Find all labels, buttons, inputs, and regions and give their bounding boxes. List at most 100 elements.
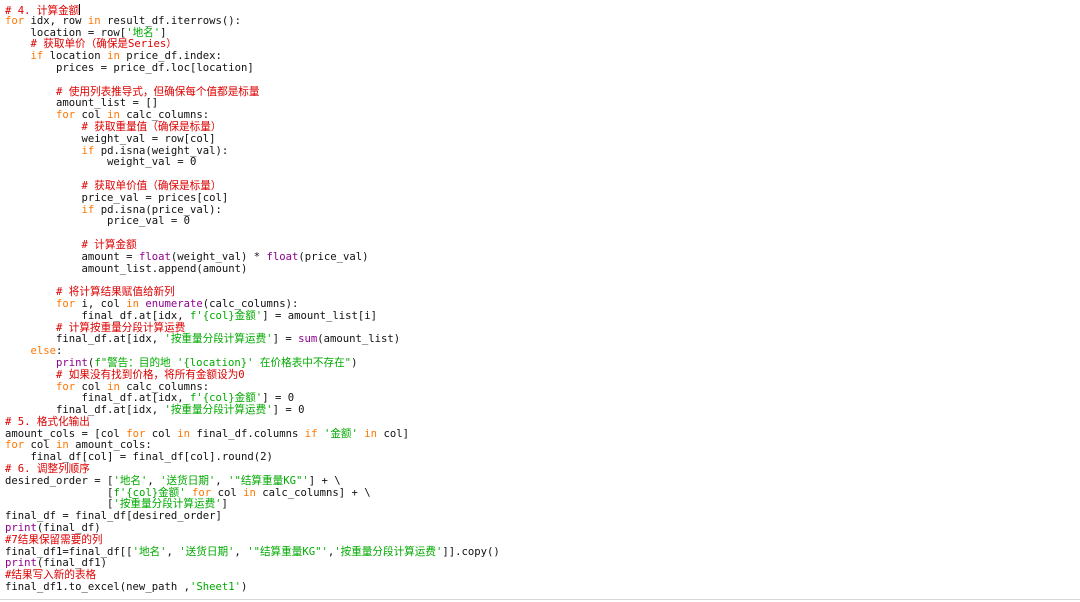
code-token: # 获取单价值（确保是标量） [81, 179, 222, 192]
code-token: weight_val = 0 [5, 156, 197, 169]
code-token: for [5, 14, 25, 27]
code-token: f'{col}金额' [189, 392, 263, 405]
code-token: # 计算按重量分段计算运费 [56, 321, 186, 334]
code-line[interactable]: final_df.at[idx, '按重量分段计算运费'] = sum(amou… [5, 333, 1075, 346]
code-token: ]].copy() [442, 545, 500, 558]
code-line[interactable]: final_df1.to_excel(new_path ,'Sheet1') [5, 581, 1075, 594]
code-token: print [5, 557, 37, 570]
code-token: amount_cols: [68, 439, 152, 452]
code-token: ] = 0 [262, 392, 295, 405]
code-token: in [107, 50, 120, 63]
code-token: if [81, 144, 95, 157]
code-token: # 计算金额 [81, 238, 137, 251]
code-token: (calc_columns): [202, 297, 299, 310]
code-line[interactable]: # 使用列表推导式，但确保每个值都是标量 [5, 85, 1075, 99]
code-token: price_val = 0 [5, 215, 190, 228]
code-line[interactable]: final_df.at[idx, '按重量分段计算运费'] = 0 [5, 404, 1075, 417]
code-token: for [192, 486, 212, 499]
code-token: col [24, 439, 57, 452]
code-token: f'{col}金额' [113, 486, 186, 499]
code-token: final_df.columns [189, 427, 305, 440]
code-token: prices = price_df.loc[location] [5, 61, 254, 74]
code-token: , [215, 474, 229, 487]
code-token: # 使用列表推导式，但确保每个值都是标量 [56, 85, 260, 98]
code-line[interactable]: amount_list.append(amount) [5, 262, 1075, 276]
code-token: location [43, 50, 108, 63]
code-token: col] [377, 427, 409, 440]
code-token: if [81, 203, 95, 216]
code-token: in [87, 14, 101, 27]
code-line[interactable]: amount_cols = [col for col in final_df.c… [5, 427, 1075, 441]
code-token: f'{col}金额' [189, 309, 263, 322]
code-token: '"结算重量KG"' [228, 474, 309, 487]
code-token: if [30, 50, 44, 63]
code-token: (amount_list) [317, 333, 401, 346]
code-line[interactable]: prices = price_df.loc[location] [5, 61, 1075, 75]
code-token: sum [298, 333, 318, 346]
code-line[interactable]: weight_val = 0 [5, 156, 1075, 169]
code-token: '"结算重量KG"' [247, 545, 328, 558]
code-token: calc_columns: [119, 380, 210, 393]
code-token: , [166, 545, 180, 558]
code-token: in [177, 427, 190, 440]
editor-bottom-border [0, 599, 1080, 600]
code-line[interactable]: print(final_df) [5, 522, 1075, 535]
code-token: '送货日期' [160, 474, 216, 487]
code-token: [ [5, 498, 114, 511]
code-token: final_df1=final_df[[ [5, 545, 133, 558]
code-editor[interactable]: # 4. 计算金额 for idx, row in result_df.iterr… [0, 0, 1080, 602]
code-line[interactable]: print(final_df1) [5, 558, 1075, 570]
code-text-area[interactable]: # 4. 计算金额 for idx, row in result_df.iterr… [5, 4, 1075, 594]
code-line[interactable]: final_df1=final_df[['地名', '送货日期', '"结算重量… [5, 545, 1075, 559]
code-token: '按重量分段计算运费' [164, 404, 273, 417]
code-token: final_df = final_df[desired_order] [5, 510, 222, 523]
code-line[interactable] [5, 228, 1075, 240]
code-token: , [147, 474, 161, 487]
code-token: i, col [75, 297, 127, 310]
code-token: pd.isna(price_val): [94, 203, 222, 216]
code-token: for [56, 109, 76, 122]
code-token: final_df.at[idx, [5, 404, 165, 417]
code-token: for [56, 380, 76, 393]
code-token: desired_order = [ [5, 474, 114, 487]
code-token: #结果写入新的表格 [5, 569, 97, 582]
code-token: ] [160, 26, 167, 39]
code-token: f"警告：目的地 '{location}' 在价格表中不存在" [94, 356, 352, 369]
code-line[interactable]: price_val = 0 [5, 215, 1075, 228]
code-token: in [126, 297, 139, 310]
code-token: pd.isna(weight_val): [94, 144, 229, 157]
code-token: final_df[col] = final_df[col].round(2) [5, 451, 273, 464]
code-token: print [5, 522, 37, 535]
code-token: weight_val = row[col] [5, 132, 216, 145]
code-token: float [138, 250, 171, 263]
code-token: (final_df1) [36, 557, 108, 570]
code-token: '地名' [113, 474, 148, 487]
code-token: location = row[ [5, 26, 127, 39]
code-token: in [56, 439, 69, 452]
code-token: price_val = prices[col] [5, 191, 229, 204]
code-token: '送货日期' [179, 545, 235, 558]
code-token: # 5. 格式化输出 [5, 415, 90, 428]
code-token: in [364, 427, 378, 440]
code-token: enumerate [145, 297, 203, 310]
code-token: final_df.at[idx, [5, 333, 165, 346]
code-token: amount = [5, 250, 139, 263]
code-token: [ [5, 486, 114, 499]
code-line[interactable]: final_df[col] = final_df[col].round(2) [5, 451, 1075, 464]
code-line[interactable]: final_df = final_df[desired_order] [5, 510, 1075, 523]
code-token: for [126, 427, 146, 440]
code-token: '按重量分段计算运费' [113, 498, 222, 511]
code-token: amount_list.append(amount) [5, 262, 248, 275]
code-token: '地名' [126, 26, 161, 39]
code-token: (weight_val) * [170, 250, 267, 263]
